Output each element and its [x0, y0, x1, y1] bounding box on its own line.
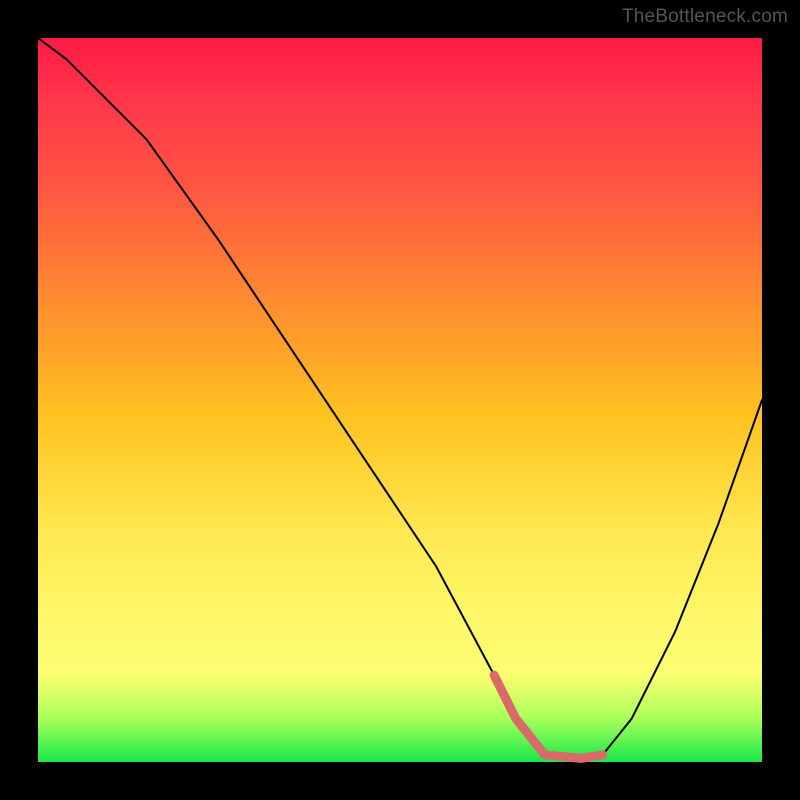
highlight-segment [494, 675, 603, 758]
main-curve [38, 38, 762, 758]
watermark-text: TheBottleneck.com [622, 6, 788, 28]
plot-area [38, 38, 762, 762]
chart-frame: TheBottleneck.com [0, 0, 800, 800]
curve-svg [38, 38, 762, 762]
